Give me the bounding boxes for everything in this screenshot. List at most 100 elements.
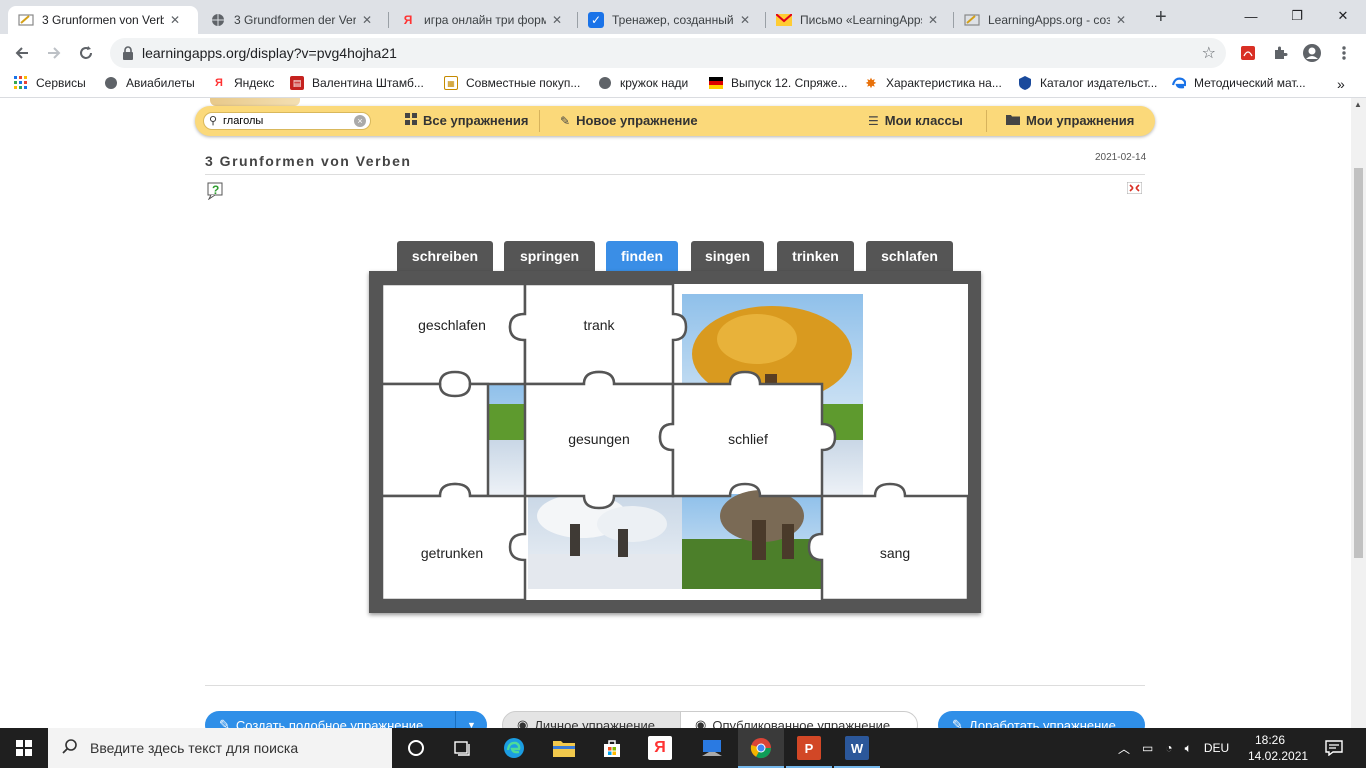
new-exercise-link[interactable]: ✎ Новое упражнение xyxy=(560,113,698,128)
puzzle-board: geschlafen trank gesungen schlief getrun… xyxy=(380,282,970,602)
bookmark-item[interactable]: Я Яндекс xyxy=(212,76,274,90)
lock-icon xyxy=(123,46,133,60)
verb-tab-trinken[interactable]: trinken xyxy=(777,241,854,271)
edge-icon[interactable] xyxy=(502,736,526,760)
bookmark-item[interactable]: ▤ Валентина Штамб... xyxy=(290,76,424,90)
all-exercises-link[interactable]: Все упражнения xyxy=(405,113,528,128)
file-explorer-icon[interactable] xyxy=(552,736,576,760)
forward-icon[interactable] xyxy=(42,41,66,65)
bookmark-label: Сервисы xyxy=(36,76,86,90)
scroll-up-icon[interactable]: ▲ xyxy=(1354,100,1362,109)
bookmark-item[interactable]: ▦ Совместные покуп... xyxy=(444,76,580,90)
my-exercises-link[interactable]: Мои упражнения xyxy=(1006,113,1134,128)
task-view-icon[interactable] xyxy=(452,736,476,760)
help-question-icon[interactable]: ? xyxy=(207,182,225,200)
remote-desktop-icon[interactable] xyxy=(700,736,724,760)
clock-date: 14.02.2021 xyxy=(1248,749,1309,763)
address-bar[interactable]: learningapps.org/display?v=pvg4hojha21 ☆ xyxy=(110,38,1226,68)
verb-tab-singen[interactable]: singen xyxy=(691,241,764,271)
create-similar-button[interactable]: ✎ Создать подобное упражнение ▼ xyxy=(205,711,487,728)
close-tab-icon[interactable]: ✕ xyxy=(1116,13,1126,27)
puzzle-piece[interactable]: getrunken xyxy=(382,545,522,561)
verb-tab-finden[interactable]: finden xyxy=(606,241,678,271)
system-tray: ︿ ▭ ◔ 🔈︎ DEU xyxy=(1118,728,1229,768)
cortana-icon[interactable] xyxy=(404,736,428,760)
word-icon[interactable]: W xyxy=(845,736,869,760)
fullscreen-icon[interactable] xyxy=(1127,182,1142,194)
browser-tab[interactable]: LearningApps.org - соз ✕ xyxy=(954,6,1144,34)
store-icon[interactable] xyxy=(600,736,624,760)
eye-icon: ◉ xyxy=(695,717,707,728)
search-box[interactable]: ⚲ × xyxy=(203,112,371,130)
bookmark-item[interactable]: кружок нади xyxy=(598,76,688,90)
puzzle-piece[interactable]: schlief xyxy=(678,431,818,447)
yandex-browser-icon[interactable]: Я xyxy=(648,736,672,760)
book-icon: ▤ xyxy=(290,76,304,90)
bookmark-label: Выпуск 12. Спряже... xyxy=(731,76,848,90)
powerpoint-icon[interactable]: P xyxy=(797,736,821,760)
new-exercise-label: Новое упражнение xyxy=(576,113,698,128)
notifications-icon[interactable] xyxy=(1322,736,1346,760)
volume-icon[interactable]: 🔈︎ xyxy=(1185,741,1192,756)
private-exercise-toggle[interactable]: ◉ Личное упражнение xyxy=(502,711,682,728)
restore-icon[interactable]: ❐ xyxy=(1274,0,1320,32)
bookmark-item[interactable]: Авиабилеты xyxy=(104,76,195,90)
dropdown-caret-icon[interactable]: ▼ xyxy=(455,711,487,728)
back-icon[interactable] xyxy=(10,41,34,65)
learningapps-logo xyxy=(210,98,300,106)
search-input[interactable] xyxy=(223,115,353,127)
bookmark-label: Методический мат... xyxy=(1194,76,1306,90)
close-tab-icon[interactable]: ✕ xyxy=(362,13,372,27)
close-window-icon[interactable]: ✕ xyxy=(1320,0,1366,32)
close-tab-icon[interactable]: ✕ xyxy=(740,13,750,27)
taskbar-search-box[interactable]: Введите здесь текст для поиска xyxy=(48,728,392,768)
browser-tab[interactable]: 3 Grundformen der Ver ✕ xyxy=(200,6,388,34)
bookmark-item[interactable]: Сервисы xyxy=(14,76,86,90)
verb-tab-schlafen[interactable]: schlafen xyxy=(866,241,953,271)
puzzle-piece[interactable]: sang xyxy=(825,545,965,561)
minimize-icon[interactable]: — xyxy=(1228,0,1274,32)
browser-tab[interactable]: ✓ Тренажер, созданный ✕ xyxy=(578,6,766,34)
bookmark-item[interactable]: Каталог издательст... xyxy=(1018,76,1157,90)
reload-icon[interactable] xyxy=(74,41,98,65)
puzzle-piece[interactable]: trank xyxy=(529,317,669,333)
new-tab-icon[interactable]: + xyxy=(1155,6,1167,29)
bookmark-star-icon[interactable]: ☆ xyxy=(1202,43,1216,63)
pencil-icon: ✎ xyxy=(952,717,963,728)
wifi-icon[interactable]: ◔ xyxy=(1165,741,1172,755)
published-exercise-toggle[interactable]: ◉ Опубликованное упражнение xyxy=(680,711,918,728)
edge-icon xyxy=(1172,76,1186,90)
bookmark-item[interactable]: ✸ Характеристика на... xyxy=(864,75,1002,91)
menu-kebab-icon[interactable] xyxy=(1332,41,1356,65)
browser-tab[interactable]: 3 Grunformen von Verb ✕ xyxy=(8,6,198,34)
pdf-extension-icon[interactable] xyxy=(1236,41,1260,65)
windows-taskbar: Введите здесь текст для поиска Я P W ︿ ▭… xyxy=(0,728,1366,768)
learningapps-navbar: ⚲ × Все упражнения ✎ Новое упражнение ☰ … xyxy=(195,106,1155,136)
windows-start-icon[interactable] xyxy=(0,728,48,768)
battery-icon[interactable]: ▭ xyxy=(1142,741,1153,755)
chrome-icon[interactable] xyxy=(749,736,773,760)
input-language[interactable]: DEU xyxy=(1204,741,1229,755)
puzzle-piece[interactable]: geschlafen xyxy=(382,317,522,333)
close-tab-icon[interactable]: ✕ xyxy=(928,13,938,27)
improve-exercise-button[interactable]: ✎ Доработать упражнение xyxy=(938,711,1145,728)
clear-search-icon[interactable]: × xyxy=(354,115,366,127)
tab-separator xyxy=(388,12,389,28)
profile-avatar-icon[interactable] xyxy=(1300,41,1324,65)
browser-tab[interactable]: Письмо «LearningApps ✕ xyxy=(766,6,954,34)
browser-tab[interactable]: Я игра онлайн три форм ✕ xyxy=(390,6,578,34)
bookmark-item[interactable]: Методический мат... xyxy=(1172,76,1306,90)
taskbar-clock[interactable]: 18:26 14.02.2021 xyxy=(1248,732,1309,764)
page-scrollbar[interactable]: ▲ xyxy=(1351,98,1366,728)
show-hidden-icons-icon[interactable]: ︿ xyxy=(1118,740,1130,757)
scrollbar-thumb[interactable] xyxy=(1354,168,1363,558)
puzzle-piece[interactable]: gesungen xyxy=(529,431,669,447)
verb-tab-springen[interactable]: springen xyxy=(504,241,595,271)
my-classes-link[interactable]: ☰ Мои классы xyxy=(868,113,963,128)
extensions-icon[interactable] xyxy=(1268,41,1292,65)
close-tab-icon[interactable]: ✕ xyxy=(552,13,562,27)
more-bookmarks-icon[interactable]: » xyxy=(1337,76,1345,92)
close-tab-icon[interactable]: ✕ xyxy=(170,13,180,27)
verb-tab-schreiben[interactable]: schreiben xyxy=(397,241,493,271)
bookmark-item[interactable]: Выпуск 12. Спряже... xyxy=(709,76,848,90)
